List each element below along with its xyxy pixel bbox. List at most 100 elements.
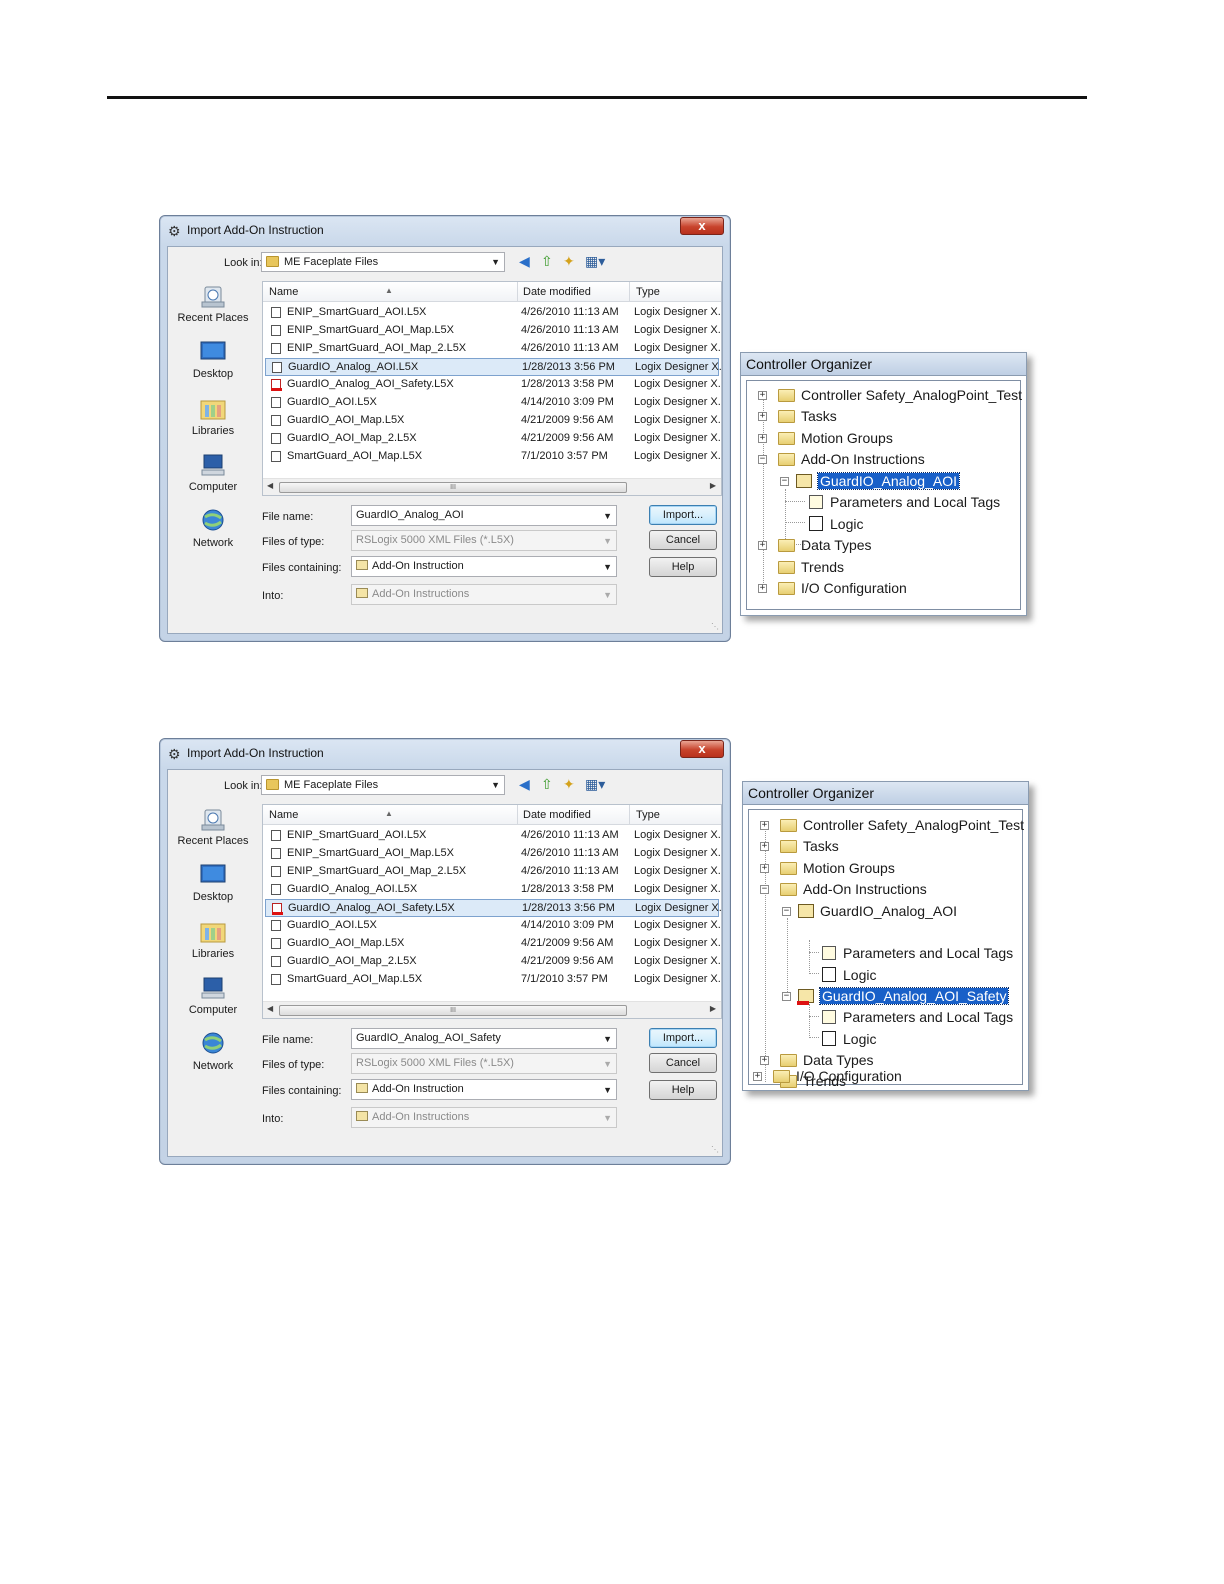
scroll-left-icon[interactable]: ◀ bbox=[267, 481, 273, 490]
cancel-button[interactable]: Cancel bbox=[649, 530, 717, 550]
place-network[interactable]: Network bbox=[172, 1031, 254, 1072]
column-date-modified[interactable]: Date modified bbox=[523, 286, 591, 298]
tree-item-tasks[interactable]: + Tasks bbox=[760, 836, 839, 857]
tree-item-io-configuration[interactable]: + I/O Configuration bbox=[753, 1066, 902, 1087]
help-button[interactable]: Help bbox=[649, 1080, 717, 1100]
file-name-input[interactable]: GuardIO_Analog_AOI_Safety ▼ bbox=[351, 1028, 617, 1049]
column-divider[interactable] bbox=[629, 805, 630, 825]
place-recent-places[interactable]: Recent Places bbox=[172, 283, 254, 324]
scroll-thumb[interactable]: III bbox=[279, 482, 627, 493]
expand-icon[interactable]: + bbox=[760, 1056, 769, 1065]
file-row[interactable]: SmartGuard_AOI_Map.L5X 7/1/2010 3:57 PM Lo… bbox=[265, 971, 721, 989]
tree-item-parameters[interactable]: Parameters and Local Tags bbox=[809, 492, 1000, 513]
files-containing-select[interactable]: Add-On Instruction ▼ bbox=[351, 556, 617, 577]
file-row[interactable]: GuardIO_AOI_Map_2.L5X 4/21/2009 9:56 AM Lo… bbox=[265, 953, 721, 971]
close-button[interactable]: x bbox=[680, 740, 724, 758]
tree-item-controller[interactable]: + Controller Safety_AnalogPoint_Test bbox=[758, 385, 1022, 406]
place-recent-places[interactable]: Recent Places bbox=[172, 806, 254, 847]
up-folder-icon[interactable]: ⇧ bbox=[541, 776, 553, 792]
column-name[interactable]: Name bbox=[269, 809, 298, 821]
resize-grip-icon[interactable]: ⋱ bbox=[711, 1145, 719, 1154]
tree-item-io-configuration[interactable]: + I/O Configuration bbox=[758, 578, 907, 599]
expand-icon[interactable]: + bbox=[758, 412, 767, 421]
file-row[interactable]: GuardIO_AOI_Map.L5X 4/21/2009 9:56 AM Logi… bbox=[265, 935, 721, 953]
tree-item-tasks[interactable]: + Tasks bbox=[758, 406, 837, 427]
import-button[interactable]: Import... bbox=[649, 505, 717, 525]
expand-icon[interactable]: + bbox=[758, 584, 767, 593]
close-button[interactable]: x bbox=[680, 217, 724, 235]
tree-item-data-types[interactable]: + Data Types bbox=[758, 535, 872, 556]
chevron-down-icon[interactable]: ▼ bbox=[603, 1081, 612, 1100]
tree-item-guardio-analog-aoi[interactable]: − GuardIO_Analog_AOI bbox=[782, 901, 957, 922]
chevron-down-icon[interactable]: ▼ bbox=[603, 558, 612, 577]
expand-icon[interactable]: + bbox=[760, 821, 769, 830]
file-row[interactable]: SmartGuard_AOI_Map.L5X 7/1/2010 3:57 PM Lo… bbox=[265, 448, 721, 466]
file-row[interactable]: GuardIO_Analog_AOI_Safety.L5X 1/28/2013 3… bbox=[265, 376, 721, 394]
file-row[interactable]: GuardIO_AOI.L5X 4/14/2010 3:09 PM Logix De… bbox=[265, 917, 721, 935]
file-row[interactable]: GuardIO_Analog_AOI_Safety.L5X 1/28/2013 3… bbox=[265, 899, 722, 917]
column-divider[interactable] bbox=[517, 805, 518, 825]
tree-item-trends[interactable]: Trends bbox=[758, 557, 844, 578]
place-network[interactable]: Network bbox=[172, 508, 254, 549]
tree-item-logic[interactable]: Logic bbox=[822, 965, 876, 986]
tree-item-guardio-analog-aoi[interactable]: − GuardIO_Analog_AOI bbox=[780, 471, 960, 492]
file-row[interactable]: GuardIO_AOI.L5X 4/14/2010 3:09 PM Logix De… bbox=[265, 394, 721, 412]
file-row[interactable]: ENIP_SmartGuard_AOI_Map_2.L5X 4/26/2010 1… bbox=[265, 340, 721, 358]
tree-item-controller[interactable]: + Controller Safety_AnalogPoint_Test bbox=[760, 815, 1024, 836]
expand-icon[interactable]: + bbox=[758, 391, 767, 400]
collapse-icon[interactable]: − bbox=[760, 885, 769, 894]
look-in-dropdown[interactable]: ME Faceplate Files ▼ bbox=[261, 775, 505, 795]
collapse-icon[interactable]: − bbox=[782, 992, 791, 1001]
scroll-left-icon[interactable]: ◀ bbox=[267, 1004, 273, 1013]
file-row[interactable]: GuardIO_AOI_Map.L5X 4/21/2009 9:56 AM Logi… bbox=[265, 412, 721, 430]
into-select[interactable]: Add-On Instructions ▼ bbox=[351, 1107, 617, 1128]
expand-icon[interactable]: + bbox=[758, 541, 767, 550]
file-row[interactable]: ENIP_SmartGuard_AOI_Map_2.L5X 4/26/2010 1… bbox=[265, 863, 721, 881]
horizontal-scrollbar[interactable]: ◀ III ▶ bbox=[263, 478, 721, 495]
file-row[interactable]: ENIP_SmartGuard_AOI.L5X 4/26/2010 11:13 A… bbox=[265, 827, 721, 845]
file-row[interactable]: GuardIO_Analog_AOI.L5X 1/28/2013 3:58 PM L… bbox=[265, 881, 721, 899]
column-divider[interactable] bbox=[629, 282, 630, 302]
file-row[interactable]: ENIP_SmartGuard_AOI_Map.L5X 4/26/2010 11:… bbox=[265, 845, 721, 863]
files-containing-select[interactable]: Add-On Instruction ▼ bbox=[351, 1079, 617, 1100]
file-row[interactable]: GuardIO_Analog_AOI.L5X 1/28/2013 3:56 PM L… bbox=[265, 358, 722, 376]
up-folder-icon[interactable]: ⇧ bbox=[541, 253, 553, 269]
file-row[interactable]: GuardIO_AOI_Map_2.L5X 4/21/2009 9:56 AM Lo… bbox=[265, 430, 721, 448]
expand-icon[interactable]: + bbox=[758, 434, 767, 443]
expand-icon[interactable]: + bbox=[760, 842, 769, 851]
chevron-down-icon[interactable]: ▼ bbox=[603, 507, 612, 526]
column-name[interactable]: Name bbox=[269, 286, 298, 298]
place-desktop[interactable]: Desktop bbox=[172, 339, 254, 380]
collapse-icon[interactable]: − bbox=[758, 455, 767, 464]
files-of-type-select[interactable]: RSLogix 5000 XML Files (*.L5X) ▼ bbox=[351, 530, 617, 551]
new-folder-icon[interactable]: ✦ bbox=[563, 776, 575, 792]
new-folder-icon[interactable]: ✦ bbox=[563, 253, 575, 269]
place-desktop[interactable]: Desktop bbox=[172, 862, 254, 903]
tree-item-add-on-instructions[interactable]: − Add-On Instructions bbox=[758, 449, 925, 470]
chevron-down-icon[interactable]: ▼ bbox=[603, 1030, 612, 1049]
collapse-icon[interactable]: − bbox=[782, 907, 791, 916]
view-menu-icon[interactable]: ▦▾ bbox=[585, 253, 605, 269]
collapse-icon[interactable]: − bbox=[780, 477, 789, 486]
look-in-dropdown[interactable]: ME Faceplate Files ▼ bbox=[261, 252, 505, 272]
place-libraries[interactable]: Libraries bbox=[172, 396, 254, 437]
tree-item-motion-groups[interactable]: + Motion Groups bbox=[760, 858, 895, 879]
tree-item-logic[interactable]: Logic bbox=[822, 1029, 876, 1050]
resize-grip-icon[interactable]: ⋱ bbox=[711, 622, 719, 631]
view-menu-icon[interactable]: ▦▾ bbox=[585, 776, 605, 792]
place-computer[interactable]: Computer bbox=[172, 452, 254, 493]
help-button[interactable]: Help bbox=[649, 557, 717, 577]
scroll-right-icon[interactable]: ▶ bbox=[710, 1004, 716, 1013]
into-select[interactable]: Add-On Instructions ▼ bbox=[351, 584, 617, 605]
file-row[interactable]: ENIP_SmartGuard_AOI_Map.L5X 4/26/2010 11:… bbox=[265, 322, 721, 340]
scroll-thumb[interactable]: III bbox=[279, 1005, 627, 1016]
files-of-type-select[interactable]: RSLogix 5000 XML Files (*.L5X) ▼ bbox=[351, 1053, 617, 1074]
place-computer[interactable]: Computer bbox=[172, 975, 254, 1016]
expand-icon[interactable]: + bbox=[753, 1072, 762, 1081]
horizontal-scrollbar[interactable]: ◀ III ▶ bbox=[263, 1001, 721, 1018]
tree-item-add-on-instructions[interactable]: − Add-On Instructions bbox=[760, 879, 927, 900]
file-name-input[interactable]: GuardIO_Analog_AOI ▼ bbox=[351, 505, 617, 526]
column-type[interactable]: Type bbox=[636, 809, 660, 821]
back-icon[interactable]: ◀ bbox=[519, 253, 530, 269]
scroll-right-icon[interactable]: ▶ bbox=[710, 481, 716, 490]
